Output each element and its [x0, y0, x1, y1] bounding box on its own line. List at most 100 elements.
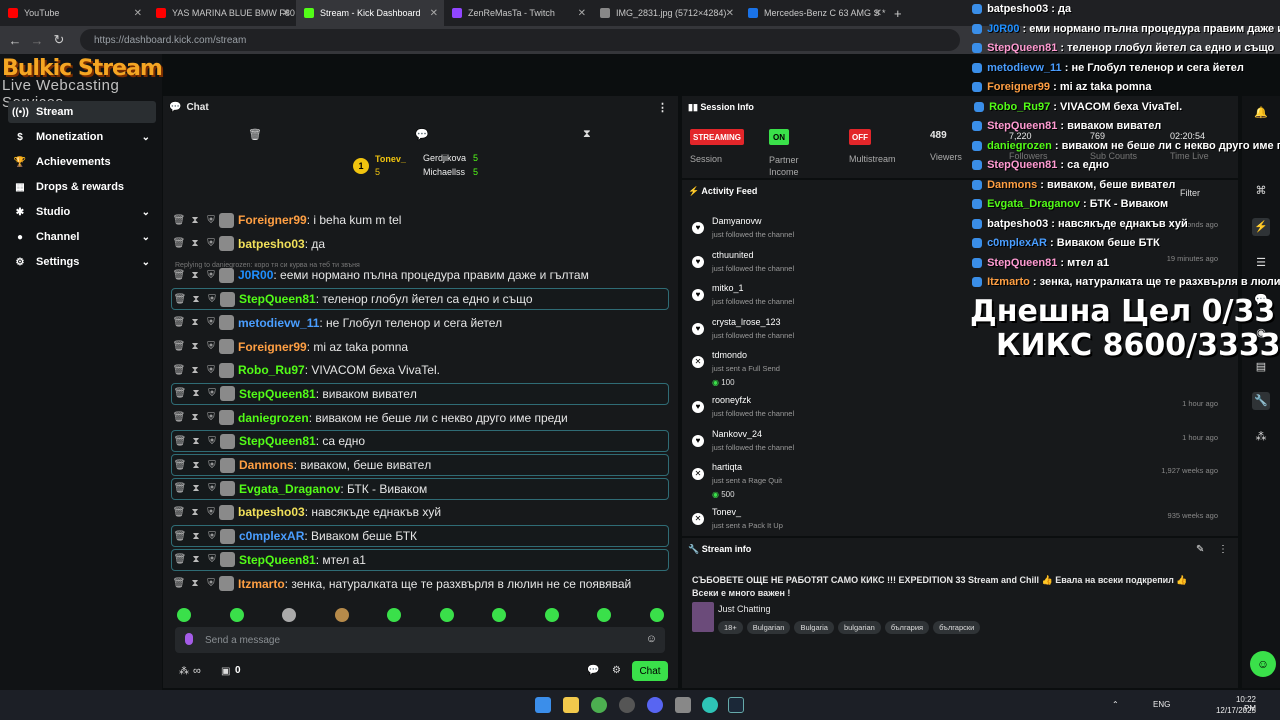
chat-message[interactable]: 🗑 ⧗ ⛨ batpesho03: да: [171, 233, 669, 255]
chat-message[interactable]: 🗑 ⧗ ⛨ StepQueen81: виваком виватeл: [171, 382, 669, 405]
hourglass-icon[interactable]: ⧗: [187, 341, 203, 352]
help-chat-button[interactable]: ☺: [1250, 651, 1276, 677]
hourglass-icon[interactable]: ⧗: [187, 578, 203, 589]
sidebar-item-achievements[interactable]: 🏆 Achievements: [8, 151, 156, 173]
trash-icon[interactable]: 🗑: [171, 238, 187, 249]
chat-message[interactable]: 🗑 ⧗ ⛨ StepQueen81: мтел а1: [171, 548, 669, 571]
chat-username[interactable]: StepQueen81: [239, 387, 316, 401]
chat-bubble-icon[interactable]: 💬: [415, 128, 429, 141]
partner-badge[interactable]: ON: [769, 129, 789, 145]
trash-icon[interactable]: 🗑: [172, 483, 188, 494]
shield-icon[interactable]: ⛨: [203, 270, 219, 281]
hourglass-icon[interactable]: ⧗: [187, 317, 203, 328]
trash-icon[interactable]: 🗑: [172, 460, 188, 471]
wrench-icon[interactable]: 🔧: [1252, 392, 1270, 410]
edit-icon[interactable]: ✎: [1196, 544, 1204, 555]
sidebar-item-stream[interactable]: ((•)) Stream: [8, 101, 156, 123]
chat-message[interactable]: 🗑 ⧗ ⛨ Robo_Ru97: VIVACOM беха VivaTel.: [171, 359, 669, 381]
shield-icon[interactable]: ⛨: [203, 317, 219, 328]
chat-message[interactable]: 🗑 ⧗ ⛨ Danmons: виваком, беше виватeл: [171, 454, 669, 476]
chat-message[interactable]: 🗑 ⧗ ⛨ Evgata_Draganov: БТК - Виваком: [171, 477, 669, 500]
chat-message[interactable]: 🗑 ⧗ ⛨ Itzmarto: зенка, натуралката ще те ра…: [171, 573, 669, 595]
sidebar-item-settings[interactable]: ⚙ Settings ⌄: [8, 251, 156, 273]
hourglass-icon[interactable]: ⧗: [188, 436, 204, 447]
hourglass-icon[interactable]: ⧗: [188, 294, 204, 305]
sidebar-item-studio[interactable]: ✱ Studio ⌄: [8, 201, 156, 223]
chrome-icon[interactable]: [591, 697, 607, 713]
browser-tab[interactable]: Mercedes-Benz C 63 AMG S * ✕: [740, 0, 888, 26]
chat-message[interactable]: 🗑 ⧗ ⛨ Foreigner99: i beha kum m tel: [171, 209, 669, 231]
close-icon[interactable]: ✕: [134, 8, 142, 19]
chat-message[interactable]: 🗑 ⧗ ⛨ J0R00: ееми нормано пълна процедура п…: [171, 264, 669, 286]
chat-username[interactable]: Itzmarto: [238, 577, 285, 591]
trash-icon[interactable]: 🗑: [172, 388, 188, 399]
browser-tab[interactable]: IMG_2831.jpg (5712×4284) ✕: [592, 0, 740, 26]
shield-icon[interactable]: ⛨: [203, 412, 219, 423]
trash-icon[interactable]: 🗑: [172, 294, 188, 305]
trash-icon[interactable]: 🗑: [171, 341, 187, 352]
trash-icon[interactable]: 🗑: [172, 436, 188, 447]
tray-chevron-icon[interactable]: ⌃: [1112, 700, 1119, 709]
hourglass-icon[interactable]: ⧗: [187, 507, 203, 518]
chat-username[interactable]: Evgata_Draganov: [239, 482, 340, 496]
forward-icon[interactable]: →: [26, 33, 48, 48]
chat-username[interactable]: Foreigner99: [238, 340, 307, 354]
activity-user[interactable]: Damyanovw: [712, 216, 762, 226]
shield-icon[interactable]: ⛨: [204, 531, 220, 542]
more-icon[interactable]: ⋮: [1218, 544, 1228, 555]
hourglass-icon[interactable]: ⧗: [188, 388, 204, 399]
chat-message[interactable]: 🗑 ⧗ ⛨ c0mplexAR: Виваком беше БТК: [171, 525, 669, 548]
chat-username[interactable]: StepQueen81: [239, 434, 316, 448]
shield-icon[interactable]: ⛨: [203, 341, 219, 352]
trash-icon[interactable]: 🗑: [171, 578, 187, 589]
hourglass-icon[interactable]: ⧗: [188, 554, 204, 565]
browser-tab[interactable]: ZenReMasTa - Twitch ✕: [444, 0, 592, 26]
chat-username[interactable]: batpesho03: [238, 237, 305, 251]
close-icon[interactable]: ✕: [874, 8, 882, 19]
chat-username[interactable]: daniegrozen: [238, 411, 309, 425]
chat-message[interactable]: 🗑 ⧗ ⛨ StepQueen81: са едно: [171, 430, 669, 453]
activity-item[interactable]: ♥ rooneyfzk just followed the channel 1 hou…: [688, 395, 1228, 427]
trash-icon[interactable]: 🗑: [171, 365, 187, 376]
shield-icon[interactable]: ⛨: [203, 507, 219, 518]
start-icon[interactable]: [535, 697, 551, 713]
more-icon[interactable]: ⋮: [657, 101, 668, 114]
stream-tag[interactable]: bulgarian: [837, 621, 881, 634]
hourglass-icon[interactable]: ⧗: [583, 128, 591, 141]
chat-settings-icon[interactable]: 💬: [587, 665, 599, 676]
activity-item[interactable]: ♥ Nankovv_24 just followed the channel 1 ho…: [688, 429, 1228, 461]
trash-icon[interactable]: 🗑: [172, 554, 188, 565]
shield-icon[interactable]: ⛨: [203, 365, 219, 376]
sidebar-item-monetization[interactable]: $ Monetization ⌄: [8, 126, 156, 148]
hourglass-icon[interactable]: ⧗: [187, 412, 203, 423]
shield-icon[interactable]: ⛨: [204, 554, 220, 565]
shield-icon[interactable]: ⛨: [204, 388, 220, 399]
emote-icon[interactable]: [597, 608, 611, 622]
chat-message[interactable]: 🗑 ⧗ ⛨ Foreigner99: mi az taka pomna: [171, 336, 669, 358]
emote-icon[interactable]: [544, 608, 559, 622]
emote-icon[interactable]: [649, 608, 664, 622]
gear-icon[interactable]: ⚙: [612, 665, 621, 676]
activity-user[interactable]: tdmondo: [712, 350, 747, 360]
shield-icon[interactable]: ⛨: [204, 436, 220, 447]
chat-username[interactable]: StepQueen81: [239, 292, 316, 306]
stream-tag[interactable]: българия: [884, 621, 930, 634]
activity-user[interactable]: rooneyfzk: [712, 395, 751, 405]
emote-icon[interactable]: [282, 608, 296, 622]
browser-tab-active[interactable]: Stream - Kick Dashboard ✕: [296, 0, 444, 26]
hourglass-icon[interactable]: ⧗: [188, 483, 204, 494]
hourglass-icon[interactable]: ⧗: [187, 215, 203, 226]
trash-icon[interactable]: 🗑: [171, 412, 187, 423]
chat-message[interactable]: 🗑 ⧗ ⛨ metodievw_11: не Глобул теленор и сег…: [171, 312, 669, 334]
steam-icon[interactable]: [728, 697, 744, 713]
activity-user[interactable]: crysta_lrose_123: [712, 317, 781, 327]
app-icon[interactable]: [619, 697, 635, 713]
activity-user[interactable]: mitko_1: [712, 283, 744, 293]
emote-icon[interactable]: [334, 608, 349, 622]
language-indicator[interactable]: ENG: [1153, 700, 1170, 709]
url-field[interactable]: https://dashboard.kick.com/stream: [80, 29, 960, 51]
people-icon[interactable]: ⁂: [1252, 428, 1270, 446]
reload-icon[interactable]: ↻: [48, 32, 70, 48]
trash-icon[interactable]: 🗑: [171, 317, 187, 328]
sidebar-item-channel[interactable]: ● Channel ⌄: [8, 226, 156, 248]
